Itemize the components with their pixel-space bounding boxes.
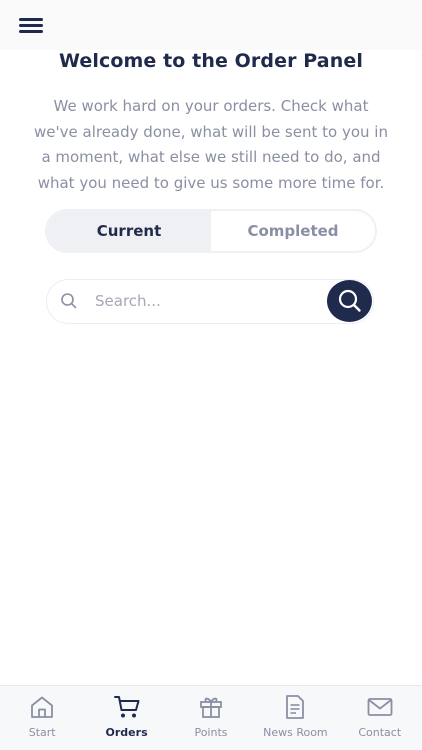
page-description: We work hard on your orders. Check what … — [34, 97, 388, 192]
home-icon — [31, 696, 54, 718]
document-icon — [286, 695, 305, 719]
nav-label-points: Points — [194, 726, 228, 739]
tab-completed[interactable]: Completed — [211, 211, 375, 251]
search-bar — [46, 279, 374, 324]
orders-tab-switch: Current Completed — [45, 209, 377, 253]
nav-item-points[interactable]: Points — [169, 686, 253, 750]
nav-item-orders[interactable]: Orders — [84, 686, 168, 750]
page-title: Welcome to the Order Panel — [59, 50, 363, 72]
bottom-navigation: Start Orders Points News Room Contact — [0, 685, 422, 750]
search-icon — [61, 293, 77, 309]
nav-label-news-room: News Room — [263, 726, 328, 739]
search-button[interactable] — [327, 280, 372, 322]
gift-icon — [200, 697, 222, 718]
nav-label-start: Start — [28, 726, 56, 739]
cart-icon — [113, 696, 140, 718]
nav-item-news-room[interactable]: News Room — [253, 686, 337, 750]
hamburger-menu-icon[interactable] — [19, 18, 43, 36]
nav-label-orders: Orders — [105, 726, 148, 739]
search-input[interactable] — [95, 288, 317, 314]
search-button-icon — [338, 289, 361, 312]
tab-current[interactable]: Current — [47, 211, 211, 251]
nav-label-contact: Contact — [358, 726, 402, 739]
nav-item-contact[interactable]: Contact — [338, 686, 422, 750]
nav-item-start[interactable]: Start — [0, 686, 84, 750]
top-bar — [0, 0, 422, 50]
mail-icon — [367, 698, 393, 716]
